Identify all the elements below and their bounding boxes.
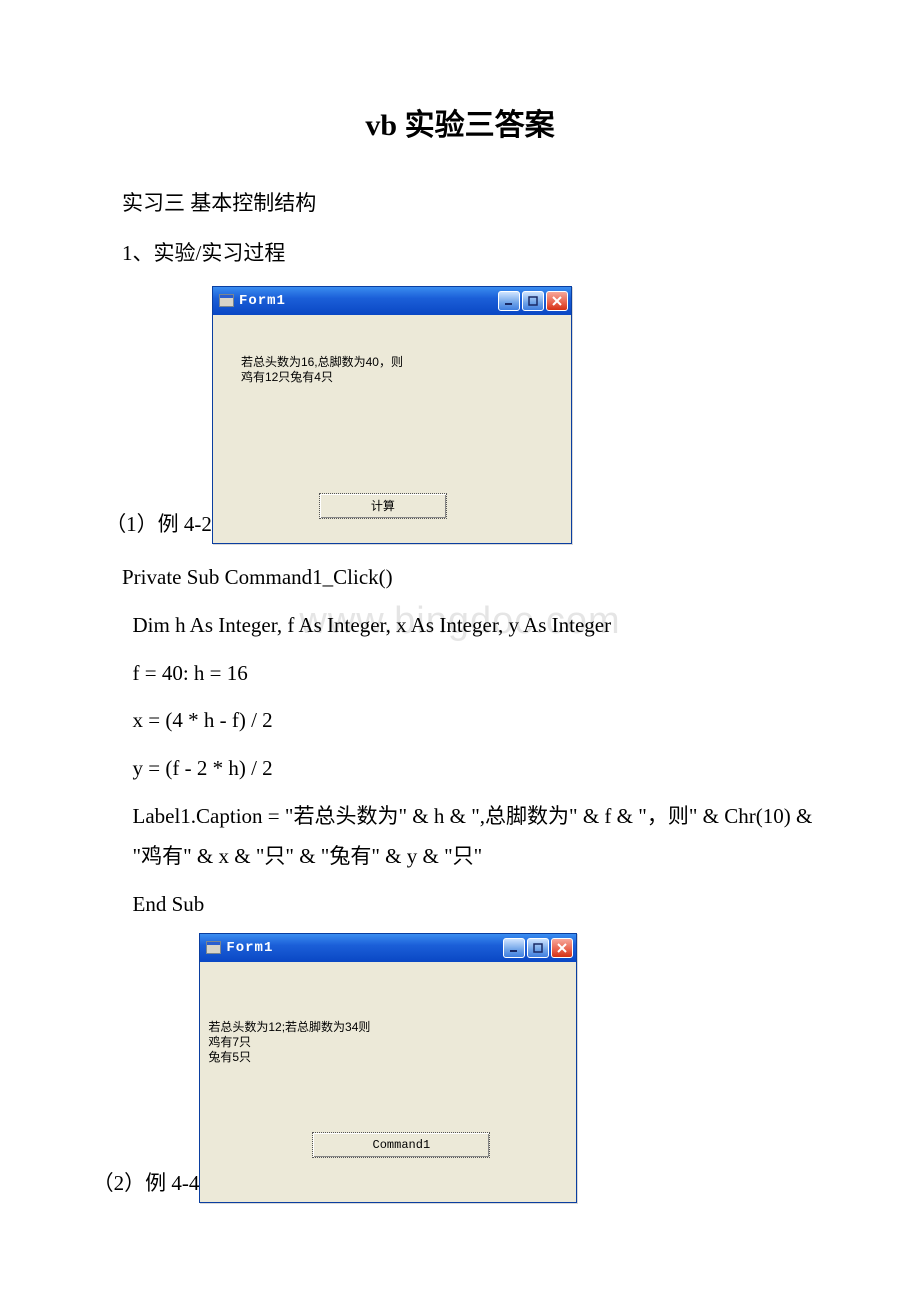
form2-window-controls [503, 938, 573, 958]
form2-button-text: Command1 [373, 1138, 431, 1152]
form-icon [206, 941, 221, 954]
heading-practice: 实习三 基本控制结构 [80, 184, 840, 224]
form2-client-area: 若总头数为12;若总脚数为34则 鸡有7只 兔有5只 Command1 [200, 962, 576, 1202]
minimize-button[interactable] [498, 291, 520, 311]
doc-title: vb 实验三答案 [80, 100, 840, 144]
maximize-button[interactable] [522, 291, 544, 311]
minimize-button[interactable] [503, 938, 525, 958]
form2-command-button[interactable]: Command1 [312, 1132, 490, 1158]
form2-title: Form1 [226, 940, 273, 956]
document-page: vb 实验三答案 实习三 基本控制结构 1、实验/实习过程 （1）例 4-2 F… [0, 0, 920, 1277]
example2-label: （2）例 4-4 [80, 1167, 199, 1203]
close-button[interactable] [546, 291, 568, 311]
form2-titlebar: Form1 [200, 934, 576, 962]
form1-titlebar: Form1 [213, 287, 571, 315]
code-line: y = (f - 2 * h) / 2 [80, 749, 840, 789]
form2-title-left: Form1 [206, 940, 273, 956]
code-line: Dim h As Integer, f As Integer, x As Int… [80, 606, 840, 646]
form1-compute-button[interactable]: 计算 [319, 493, 447, 519]
form1-title-left: Form1 [219, 293, 286, 309]
form-icon [219, 294, 234, 307]
vb-form2-window: Form1 若总头数为12;若总脚数为34则 鸡有7只 兔有5只 [199, 933, 577, 1203]
code-line: End Sub [80, 885, 840, 925]
heading-process: 1、实验/实习过程 [80, 234, 840, 274]
vb-form1-window: Form1 若总头数为16,总脚数为40，则 鸡有12只兔有4只 [212, 286, 572, 544]
form2-output-label: 若总头数为12;若总脚数为34则 鸡有7只 兔有5只 [208, 1020, 370, 1065]
form1-client-area: 若总头数为16,总脚数为40，则 鸡有12只兔有4只 计算 [213, 315, 571, 543]
maximize-button[interactable] [527, 938, 549, 958]
form1-output-label: 若总头数为16,总脚数为40，则 鸡有12只兔有4只 [241, 355, 403, 385]
code-line: Private Sub Command1_Click() [80, 558, 840, 598]
form1-title: Form1 [239, 293, 286, 309]
code-line: f = 40: h = 16 [80, 654, 840, 694]
example1-row: （1）例 4-2 Form1 [80, 286, 840, 544]
close-button[interactable] [551, 938, 573, 958]
form1-window-controls [498, 291, 568, 311]
example1-label: （1）例 4-2 [80, 508, 212, 544]
code-line: x = (4 * h - f) / 2 [80, 701, 840, 741]
example2-row: （2）例 4-4 Form1 [80, 933, 840, 1203]
form1-button-text: 计算 [371, 497, 395, 514]
code-line: Label1.Caption = "若总头数为" & h & ",总脚数为" &… [80, 797, 840, 877]
